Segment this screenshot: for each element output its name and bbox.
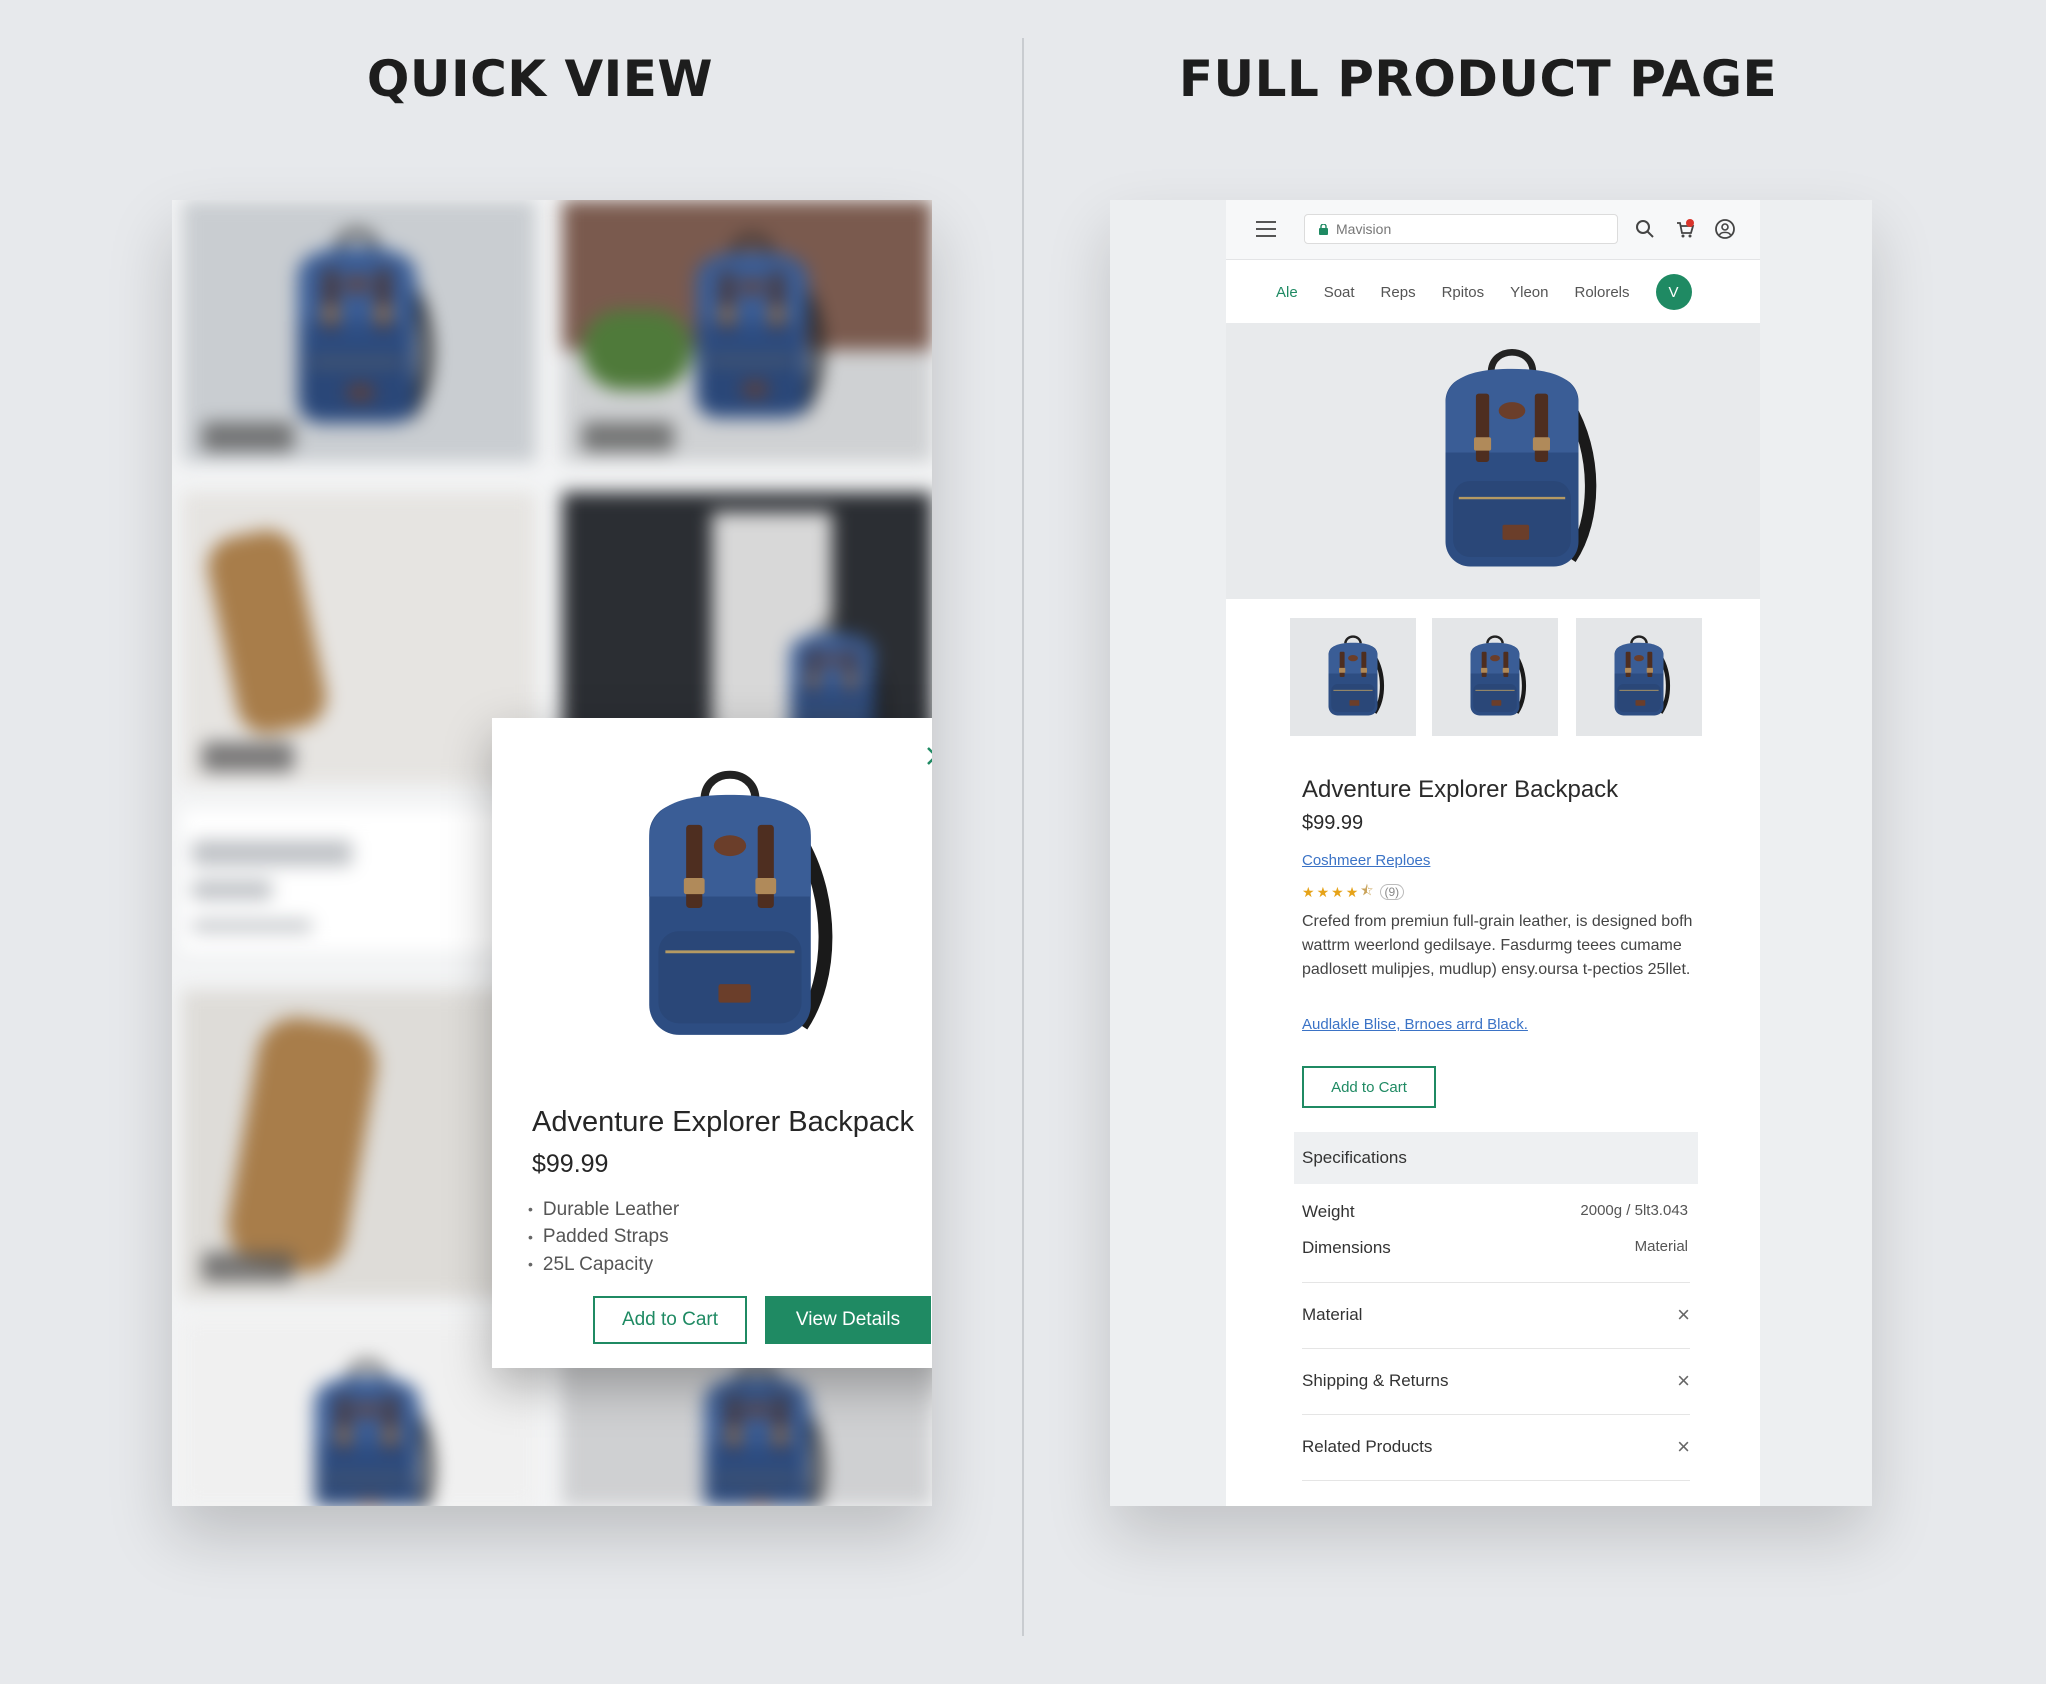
accordion-label: Material — [1302, 1304, 1363, 1324]
star-icon: ★ — [1316, 883, 1330, 900]
product-thumbnail[interactable] — [1432, 618, 1558, 736]
add-to-cart-button[interactable]: Add to Cart — [593, 1296, 747, 1344]
url-bar[interactable]: Mavision — [1304, 214, 1618, 244]
grid-tile — [182, 990, 536, 1298]
grid-tile — [182, 200, 536, 462]
thumbnail-strip — [1226, 618, 1760, 736]
full-product-page-panel: Mavision Ale Soat Reps Rpitos Yleon Rolo… — [1110, 200, 1872, 1506]
hamburger-menu-icon[interactable] — [1256, 220, 1276, 238]
rating-stars: ★ ★ ★ ★ ⯪ (9) — [1302, 880, 1405, 904]
accordion-shipping-returns[interactable]: Shipping & Returns × — [1302, 1348, 1690, 1412]
feature-item: Durable Leather — [528, 1196, 679, 1223]
close-icon[interactable]: × — [1677, 1368, 1690, 1394]
avatar[interactable]: V — [1655, 274, 1692, 310]
cart-icon[interactable] — [1674, 218, 1696, 240]
account-icon[interactable] — [1714, 218, 1736, 240]
close-icon[interactable]: × — [1677, 1434, 1690, 1460]
product-thumbnail[interactable] — [1576, 618, 1702, 736]
lock-icon — [1319, 223, 1328, 235]
rating-count: (9) — [1379, 884, 1405, 900]
product-title: Adventure Explorer Backpack — [1302, 776, 1619, 803]
browser-topbar: Mavision — [1226, 200, 1760, 260]
spec-value: Material — [1634, 1238, 1688, 1255]
close-icon[interactable]: × — [1677, 1302, 1690, 1328]
spec-row: Dimensions Material — [1302, 1238, 1688, 1258]
spec-value: 2000g / 5lt3.043 — [1580, 1202, 1688, 1219]
specifications-header[interactable]: Specifications — [1294, 1132, 1698, 1184]
available-colors-link[interactable]: Audlakle Blise, Brnoes arrd Black. — [1302, 1016, 1528, 1033]
accordion-label: Related Products — [1302, 1436, 1433, 1456]
grid-tile — [562, 200, 932, 462]
spec-row: Weight 2000g / 5lt3.043 — [1302, 1202, 1688, 1222]
nav-item[interactable]: Soat — [1324, 284, 1355, 301]
quick-view-heading: QUICK VIEW — [366, 50, 714, 108]
category-nav: Ale Soat Reps Rpitos Yleon Rolorels V — [1226, 261, 1760, 323]
accordion-related-products[interactable]: Related Products × — [1302, 1414, 1690, 1478]
product-thumbnail[interactable] — [1290, 618, 1416, 736]
feature-list: Durable Leather Padded Straps 25L Capaci… — [528, 1196, 679, 1278]
feature-item: 25L Capacity — [528, 1251, 679, 1278]
full-product-page-heading: FULL PRODUCT PAGE — [1178, 50, 1778, 108]
feature-item: Padded Straps — [528, 1223, 679, 1250]
nav-item[interactable]: Reps — [1381, 284, 1416, 301]
nav-item[interactable]: Rolorels — [1574, 284, 1629, 301]
reviews-link[interactable]: Coshmeer Reploes — [1302, 852, 1430, 869]
accordion-material[interactable]: Material × — [1302, 1282, 1690, 1346]
product-image — [610, 758, 850, 1058]
accordion-more[interactable] — [1302, 1480, 1690, 1506]
grid-tile — [182, 810, 536, 950]
search-icon[interactable] — [1634, 218, 1656, 240]
nav-item[interactable]: Ale — [1276, 284, 1298, 301]
nav-item[interactable]: Yleon — [1510, 284, 1548, 301]
product-description: Crefed from premiun full-grain leather, … — [1302, 913, 1693, 978]
quick-view-modal: Adventure Explorer Backpack $99.99 Durab… — [492, 718, 932, 1368]
spec-label: Weight — [1302, 1202, 1355, 1221]
product-hero-image — [1417, 331, 1607, 593]
section-divider — [1022, 38, 1024, 1636]
grid-tile — [182, 492, 536, 784]
star-icon: ★ — [1302, 883, 1315, 900]
product-price: $99.99 — [532, 1150, 609, 1178]
star-icon: ★ — [1345, 883, 1359, 900]
spec-label: Dimensions — [1302, 1238, 1391, 1257]
product-title: Adventure Explorer Backpack — [532, 1106, 915, 1138]
close-icon[interactable] — [918, 738, 932, 774]
accordion-label: Shipping & Returns — [1302, 1370, 1449, 1390]
view-details-button[interactable]: View Details — [765, 1296, 931, 1344]
grid-tile — [182, 1320, 536, 1506]
product-price: $99.99 — [1302, 812, 1364, 834]
nav-item[interactable]: Rpitos — [1442, 284, 1485, 301]
quick-view-panel: Adventure Explorer Backpack $99.99 Durab… — [172, 200, 932, 1506]
star-icon: ★ — [1331, 883, 1344, 900]
half-star-icon: ⯪ — [1360, 882, 1374, 898]
url-text: Mavision — [1336, 221, 1392, 237]
add-to-cart-button[interactable]: Add to Cart — [1302, 1066, 1436, 1108]
product-hero — [1226, 323, 1760, 599]
